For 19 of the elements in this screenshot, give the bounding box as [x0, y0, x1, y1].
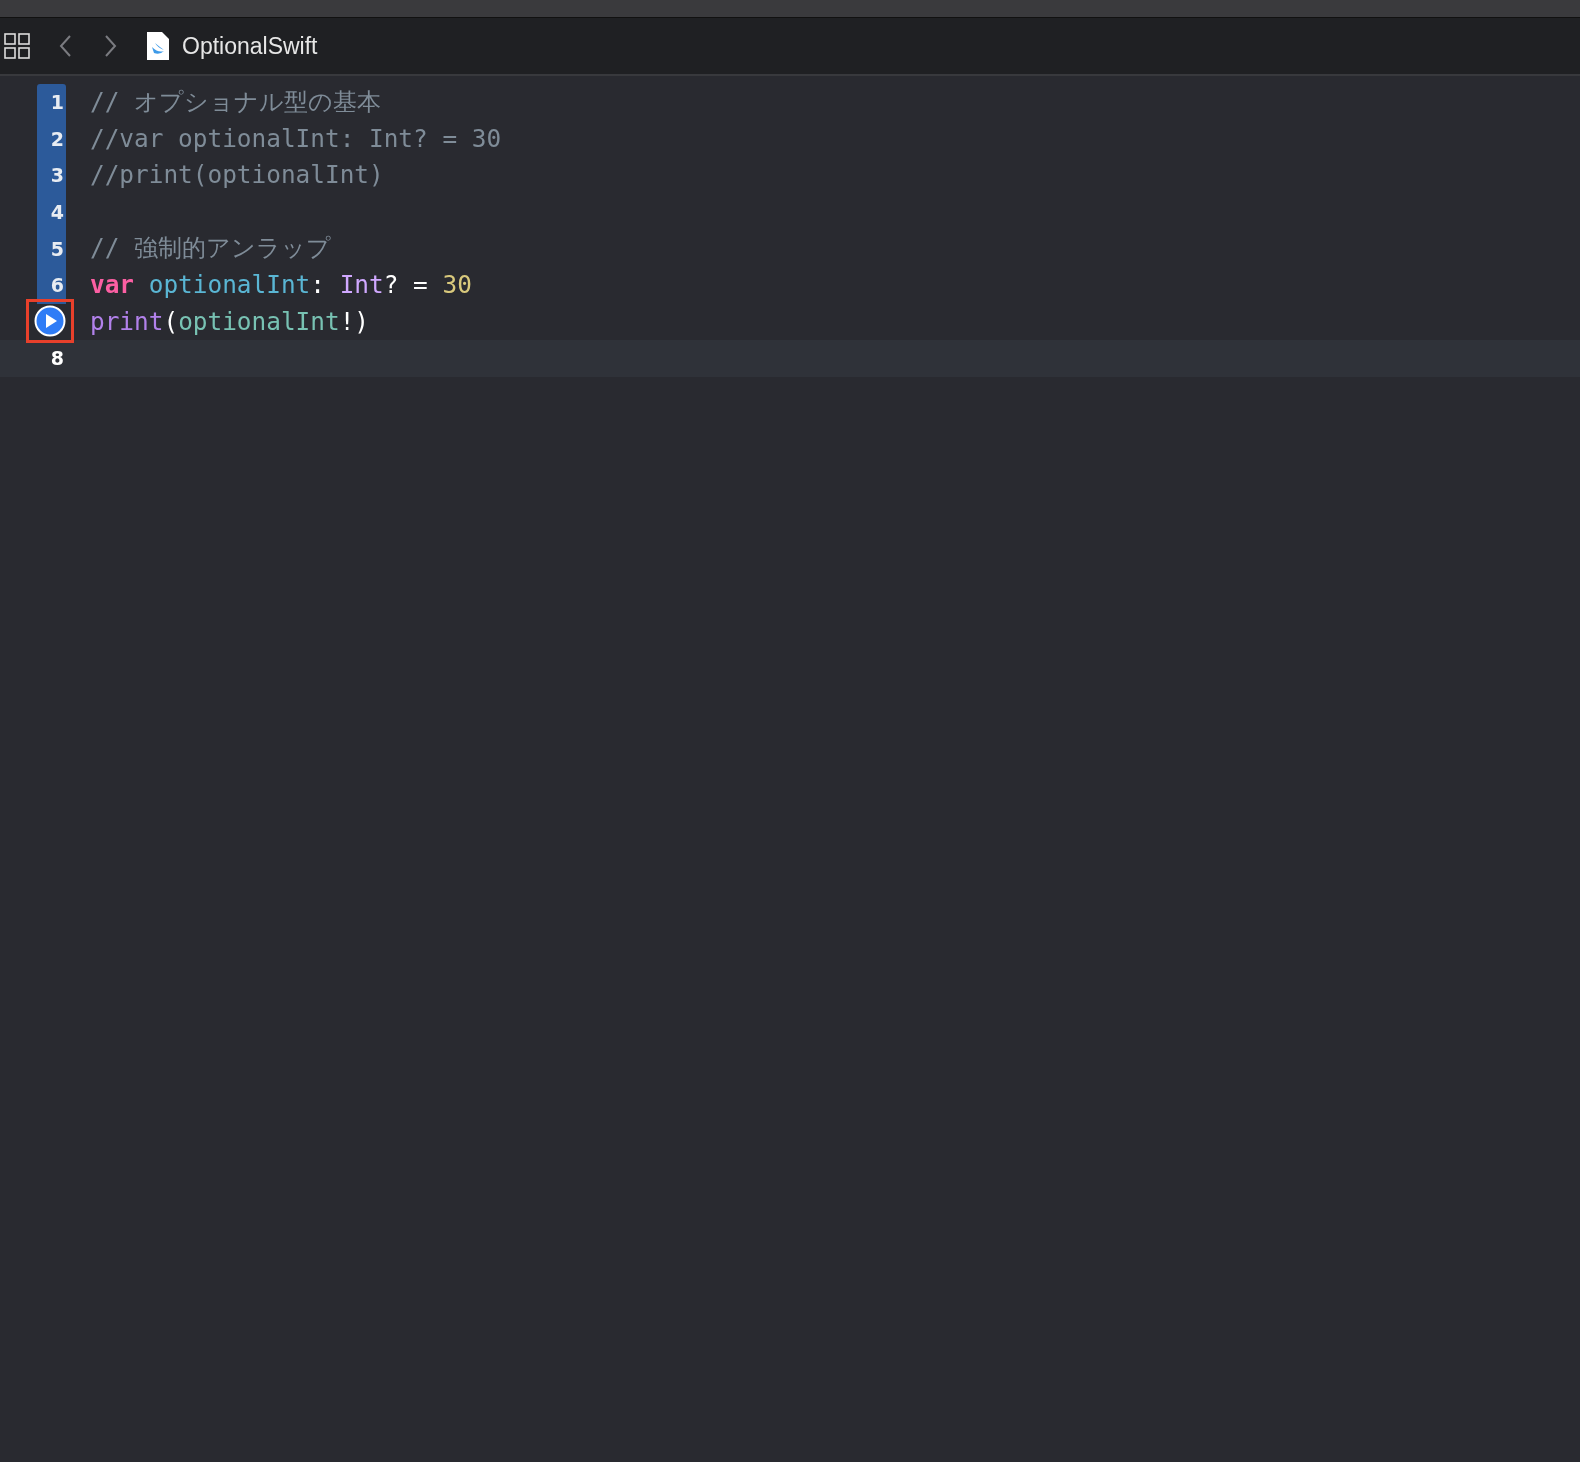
code-line: //print(optionalInt)	[90, 163, 384, 188]
line-number: 6	[50, 274, 64, 297]
code-line: print(optionalInt!)	[90, 309, 370, 335]
back-icon[interactable]	[58, 33, 74, 59]
line-number: 2	[50, 127, 64, 150]
line-number: 5	[50, 237, 64, 260]
swift-file-icon	[146, 31, 170, 61]
line-number: 3	[50, 164, 64, 187]
line-number: 8	[50, 347, 64, 370]
line-number: 4	[50, 201, 64, 224]
line-number: 1	[50, 91, 64, 114]
code-line: // オプショナル型の基本	[90, 90, 382, 115]
code-line: //var optionalInt: Int? = 30	[90, 126, 502, 152]
file-name[interactable]: OptionalSwift	[182, 32, 318, 60]
forward-icon[interactable]	[102, 33, 118, 59]
run-icon[interactable]	[34, 304, 66, 337]
grid-icon[interactable]	[4, 33, 30, 59]
code-line: // 強制的アンラップ	[90, 236, 332, 261]
code-line: var optionalInt: Int? = 30	[90, 273, 472, 298]
